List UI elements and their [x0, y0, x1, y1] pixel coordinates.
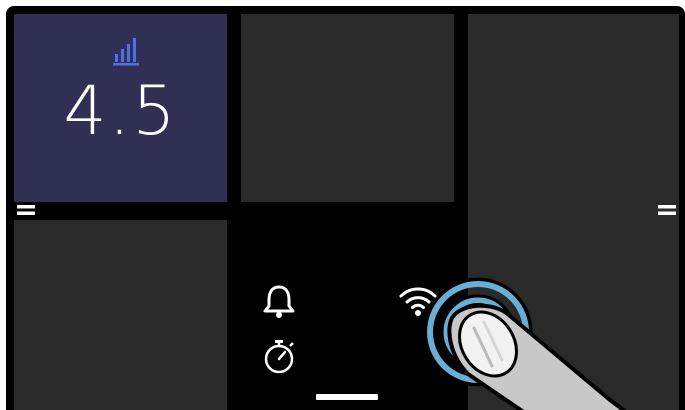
empty-tile[interactable]: [14, 220, 227, 410]
signal-bars-icon: [113, 38, 139, 66]
home-indicator[interactable]: [316, 394, 378, 400]
drag-handle-icon[interactable]: [17, 204, 35, 216]
drag-handle-icon[interactable]: [658, 204, 676, 216]
bell-icon[interactable]: [259, 281, 299, 321]
touch-gesture-icon: [423, 277, 627, 410]
value-tile[interactable]: 4.5: [14, 14, 227, 202]
timer-icon[interactable]: [260, 336, 298, 376]
value-display: 4.5: [63, 72, 178, 151]
empty-tile[interactable]: [241, 14, 454, 202]
